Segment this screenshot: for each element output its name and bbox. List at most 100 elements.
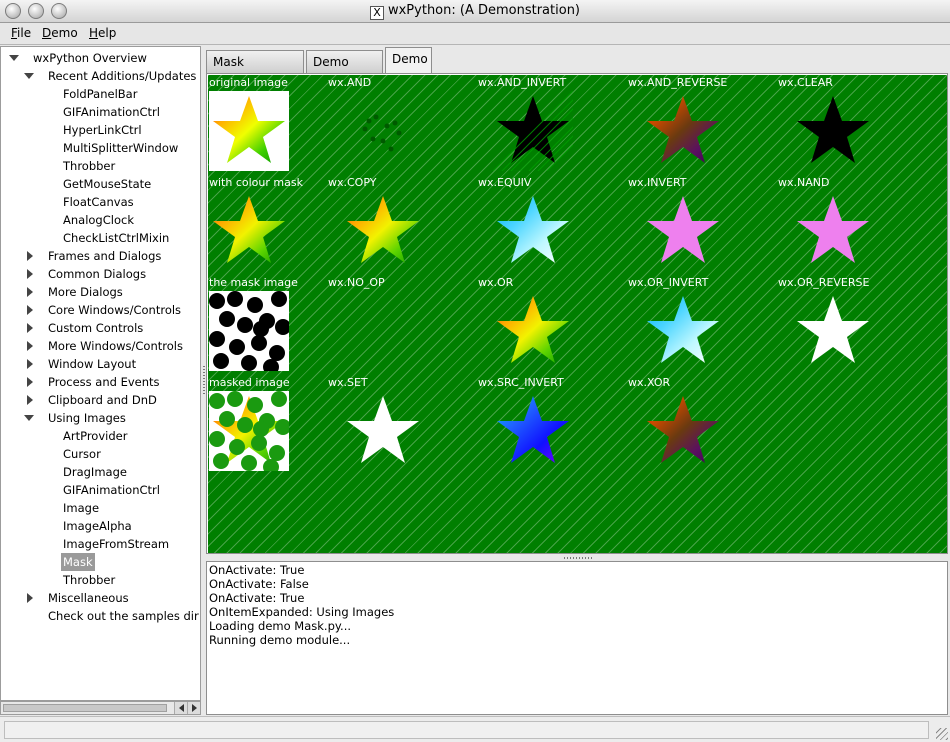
menu-demo[interactable]: Demo [42,26,78,40]
log-line: OnActivate: False [209,577,309,591]
tree-item-label: AnalogClock [63,213,134,227]
tree-item-label: HyperLinkCtrl [63,123,142,137]
mask-demo-canvas: original image wx.AND wx.AND_INVERT wx.AND_… [208,75,947,553]
mask-cell-label: wx.OR_INVERT [628,276,709,289]
collapsed-triangle-icon[interactable] [27,395,33,405]
mask-cell-label: wx.AND_REVERSE [628,76,728,89]
collapsed-triangle-icon[interactable] [27,287,33,297]
star-image [493,191,573,271]
mask-cell-label: with colour mask [209,176,303,189]
tree-item-label: Recent Additions/Updates [48,69,197,83]
star-image [643,391,723,471]
mask-cell-label: original image [209,76,288,89]
menu-help-label: elp [98,26,117,40]
log-line: OnItemExpanded: Using Images [209,605,395,619]
collapsed-triangle-icon[interactable] [27,251,33,261]
tree-item-label: ImageFromStream [63,537,170,551]
tree-item-label: FoldPanelBar [63,87,138,101]
mask-cell-label: wx.AND [328,76,372,89]
expanded-triangle-icon[interactable] [24,415,34,421]
tree-item-label: Frames and Dialogs [48,249,162,263]
tab-mask-overview[interactable]: Mask Overview [206,50,304,91]
star-image [793,91,873,171]
window-title-text: wxPython: (A Demonstration) [387,3,581,18]
tree-item-label: MultiSplitterWindow [63,141,179,155]
tree-item-label: Cursor [63,447,101,461]
expanded-triangle-icon[interactable] [24,73,34,79]
star-image [493,91,573,171]
tree-item-label: DragImage [63,465,127,479]
collapsed-triangle-icon[interactable] [27,269,33,279]
log-line: Running demo module... [209,633,351,647]
tree-item-label: GIFAnimationCtrl [63,483,160,497]
tree-item-label: More Dialogs [48,285,123,299]
scroll-left-button[interactable] [174,702,187,714]
log-line: Loading demo Mask.py... [209,619,352,633]
collapsed-triangle-icon[interactable] [27,377,33,387]
menu-demo-label: emo [51,26,78,40]
tree-item-label: Core Windows/Controls [48,303,182,317]
x11-app-icon: X [369,6,384,20]
tree-item-label: Image [63,501,100,515]
mask-cell-label: wx.INVERT [628,176,687,189]
star-image [493,291,573,371]
collapsed-triangle-icon[interactable] [27,359,33,369]
star-image [209,191,289,271]
title-bar: XwxPython: (A Demonstration) [0,0,950,23]
tree-item-label: Miscellaneous [48,591,129,605]
tree-item-label: Throbber [63,573,116,587]
menu-demo-accel: D [42,26,52,40]
scroll-right-button[interactable] [187,702,200,714]
collapsed-triangle-icon[interactable] [27,341,33,351]
mask-cell-label: the mask image [209,276,298,289]
scrollbar-thumb[interactable] [3,704,167,712]
status-field [4,721,929,739]
collapsed-triangle-icon[interactable] [27,323,33,333]
tree-item-label: Process and Events [48,375,160,389]
menu-bar: File Demo Help [0,23,950,45]
collapsed-triangle-icon[interactable] [27,305,33,315]
star-image [343,91,423,171]
tree-item-label: Common Dialogs [48,267,147,281]
window-title: XwxPython: (A Demonstration) [0,3,950,20]
star-image [493,391,573,471]
chevron-right-icon [192,704,197,712]
mask-cell-label: wx.SET [328,376,368,389]
splitter-grip[interactable] [564,557,594,559]
tree-item-label: Clipboard and DnD [48,393,157,407]
menu-help[interactable]: Help [89,26,116,40]
expanded-triangle-icon[interactable] [9,55,19,61]
status-bar [0,716,950,742]
tree-item-label: Throbber [63,159,116,173]
tree-horizontal-scrollbar[interactable] [0,701,201,715]
tree-item-label: GetMouseState [63,177,152,191]
star-image [209,91,289,171]
mask-cell-label: wx.CLEAR [778,76,833,89]
tree-item-label: Check out the samples dir t [48,609,201,623]
splitter-grip[interactable] [203,366,205,396]
tree-item-label: Using Images [48,411,126,425]
collapsed-triangle-icon[interactable] [27,593,33,603]
tree-item-label: GIFAnimationCtrl [63,105,160,119]
tab-demo[interactable]: Demo [385,47,432,73]
tree-item-label: ImageAlpha [63,519,132,533]
mask-cell-label: wx.NO_OP [328,276,385,289]
log-output[interactable]: OnActivate: True OnActivate: False OnActiv… [206,561,948,715]
resize-grip-icon[interactable] [936,728,948,740]
menu-file[interactable]: File [11,26,31,40]
tree-item-label: Mask [61,553,95,571]
tree-item-label: Custom Controls [48,321,144,335]
mask-cell-label: masked image [209,376,290,389]
star-image [643,191,723,271]
menu-file-label: ile [17,26,32,40]
log-line: OnActivate: True [209,591,305,605]
mask-cell-label: wx.EQUIV [478,176,532,189]
tree-item-label: wxPython Overview [33,51,147,65]
star-image [643,91,723,171]
menu-help-accel: H [89,26,99,40]
mask-cell-label: wx.NAND [778,176,830,189]
star-image [793,191,873,271]
mask-cell-label: wx.SRC_INVERT [478,376,564,389]
demo-tree[interactable]: wxPython Overview Recent Additions/Update… [0,46,201,701]
tab-demo-code[interactable]: Demo Code [306,50,383,91]
